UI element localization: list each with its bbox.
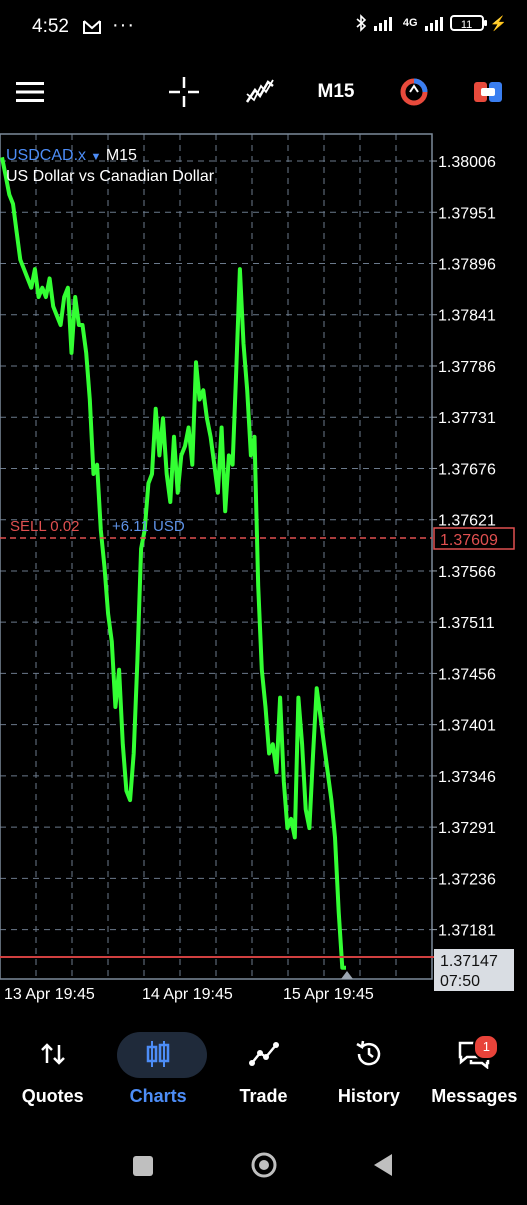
- price-tick-label: 1.37236: [438, 871, 496, 888]
- time-label-3: 15 Apr 19:45: [283, 986, 374, 1003]
- more-dots-icon: ···: [112, 14, 135, 36]
- nav-quotes-label: Quotes: [21, 1086, 84, 1106]
- status-right: 4G 11 ⚡: [355, 14, 507, 32]
- chart-canvas[interactable]: 1.38006 1.37951 1.37896 1.37841 1.37786 1.377…: [0, 130, 527, 1010]
- bottom-navigation: Quotes Charts Trade History 1 Messages: [0, 1024, 527, 1124]
- nav-messages[interactable]: 1 Messages: [422, 1024, 527, 1124]
- current-bar-marker: [341, 971, 353, 979]
- messages-icon: 1: [457, 1024, 500, 1084]
- history-icon: [354, 1024, 384, 1084]
- trade-icon: [248, 1024, 279, 1084]
- nav-charts-label: Charts: [129, 1086, 187, 1106]
- position-label: SELL 0.02: [10, 518, 80, 535]
- home-icon-dot: [259, 1160, 269, 1170]
- nav-history-label: History: [337, 1086, 400, 1106]
- timeframe-button[interactable]: M15: [306, 60, 366, 124]
- new-order-button[interactable]: [464, 60, 512, 124]
- time-label-1: 13 Apr 19:45: [4, 986, 95, 1003]
- back-icon[interactable]: [374, 1154, 392, 1176]
- nav-quotes[interactable]: Quotes: [0, 1024, 105, 1124]
- price-tick-label: 1.37676: [438, 461, 496, 478]
- crosshair-button[interactable]: [160, 60, 208, 124]
- order-price-label: 1.37609: [440, 532, 498, 549]
- price-series-line: [0, 156, 346, 970]
- system-navigation: [0, 1128, 527, 1200]
- position-profit: +6.11 USD: [112, 518, 185, 535]
- chart-toolbar: M15: [0, 60, 527, 124]
- price-tick-label: 1.37291: [438, 820, 496, 837]
- battery-level: 11: [460, 19, 473, 31]
- signal-icon-2: [424, 17, 443, 31]
- bluetooth-icon: [356, 14, 367, 32]
- status-time: 4:52: [32, 16, 69, 37]
- price-tick-label: 1.37621: [438, 513, 496, 530]
- one-click-trading-icon: [400, 78, 428, 106]
- bar-timer-label: 07:50: [440, 973, 480, 990]
- price-tick-label: 1.37896: [438, 256, 496, 273]
- symbol-name: USDCAD.x: [6, 147, 87, 164]
- new-order-icon: [474, 82, 502, 102]
- network-type: 4G: [402, 17, 418, 29]
- time-label-2: 14 Apr 19:45: [142, 986, 233, 1003]
- indicators-button[interactable]: [236, 60, 284, 124]
- price-chart[interactable]: 1.38006 1.37951 1.37896 1.37841 1.37786 1.377…: [0, 130, 527, 1010]
- nav-trade[interactable]: Trade: [211, 1024, 316, 1124]
- hamburger-icon: [16, 82, 44, 102]
- status-bar: 4:52 ··· 4G 11 ⚡: [0, 0, 527, 56]
- symbol-timeframe: M15: [105, 147, 137, 164]
- price-tick-label: 1.38006: [438, 154, 496, 171]
- price-tick-label: 1.37951: [438, 205, 496, 222]
- price-tick-label: 1.37346: [438, 769, 496, 786]
- signal-icon: [373, 17, 392, 31]
- charts-icon: [144, 1024, 172, 1084]
- price-tick-label: 1.37181: [438, 923, 496, 940]
- price-tick-label: 1.37566: [438, 564, 496, 581]
- price-tick-label: 1.37786: [438, 359, 496, 376]
- messages-badge: 1: [473, 1034, 500, 1060]
- indicators-icon: [245, 79, 274, 103]
- recent-apps-icon[interactable]: [133, 1156, 153, 1176]
- timeframe-label: M15: [317, 81, 355, 102]
- nav-trade-label: Trade: [239, 1086, 288, 1106]
- chart-grid: [0, 134, 432, 979]
- nav-messages-label: Messages: [431, 1086, 518, 1106]
- price-tick-label: 1.37511: [438, 615, 495, 632]
- mail-icon: [83, 20, 101, 34]
- symbol-description: US Dollar vs Canadian Dollar: [6, 168, 215, 185]
- symbol-dropdown-icon: ▼: [90, 151, 102, 163]
- nav-charts[interactable]: Charts: [105, 1024, 210, 1124]
- nav-history[interactable]: History: [316, 1024, 421, 1124]
- price-tick-label: 1.37731: [438, 410, 496, 427]
- battery-icon: 11: [449, 15, 487, 31]
- menu-button[interactable]: [6, 60, 54, 124]
- bid-price-label: 1.37147: [440, 953, 498, 970]
- price-tick-label: 1.37401: [438, 718, 496, 735]
- one-click-trading-button[interactable]: [390, 60, 438, 124]
- charging-icon: ⚡: [489, 14, 507, 31]
- symbol-header[interactable]: USDCAD.x ▼ M15: [6, 147, 137, 165]
- quotes-icon: [40, 1024, 66, 1084]
- crosshair-icon: [169, 77, 199, 107]
- price-tick-label: 1.37456: [438, 666, 496, 683]
- price-tick-label: 1.37841: [438, 308, 496, 325]
